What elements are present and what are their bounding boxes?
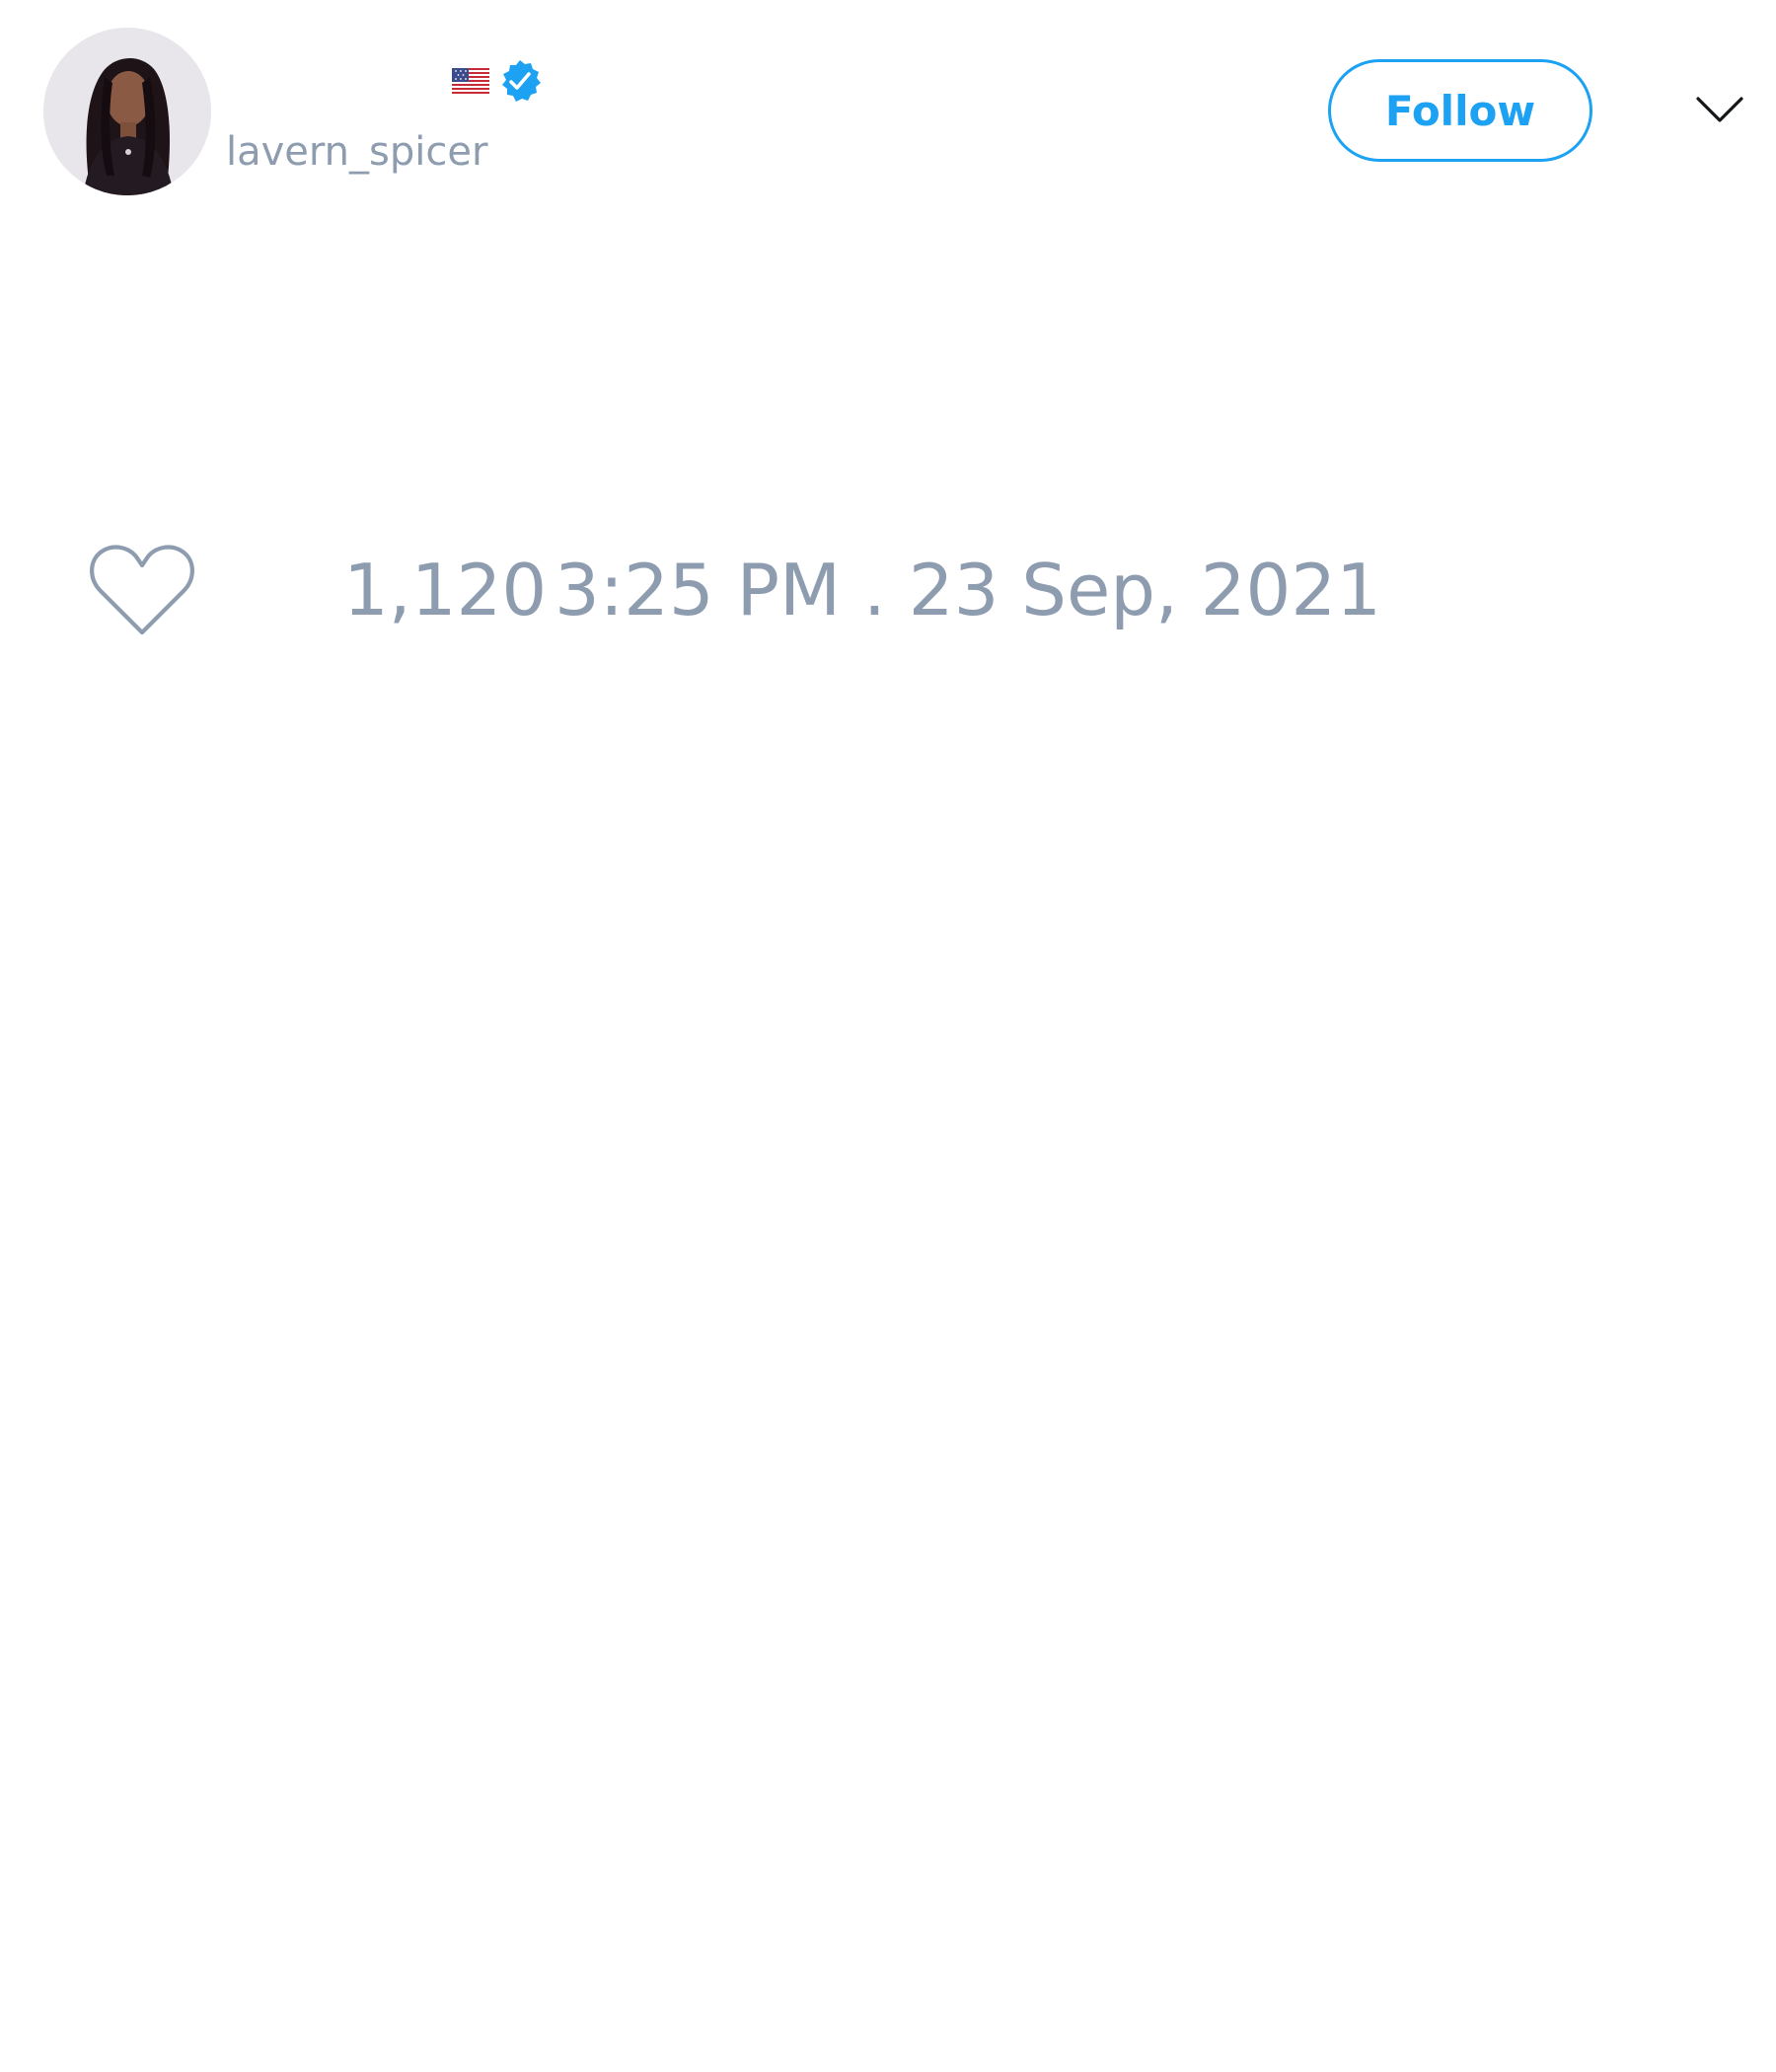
heart-icon[interactable] <box>89 544 195 636</box>
us-flag-icon <box>452 68 489 94</box>
follow-button[interactable]: Follow <box>1328 59 1592 162</box>
name-row <box>444 59 543 103</box>
user-handle[interactable]: lavern_spicer <box>226 126 487 178</box>
like-count: 1,120 <box>343 549 548 631</box>
tweet-card: lavern_spicer Follow 1,120 3:25 PM . 23 … <box>0 0 1776 2072</box>
verified-badge-icon <box>497 58 543 104</box>
avatar-image <box>43 28 211 195</box>
avatar[interactable] <box>43 28 211 195</box>
chevron-down-icon[interactable] <box>1695 95 1744 126</box>
tweet-timestamp[interactable]: 3:25 PM . 23 Sep, 2021 <box>555 541 1381 639</box>
likes-row: 1,120 <box>89 541 547 639</box>
